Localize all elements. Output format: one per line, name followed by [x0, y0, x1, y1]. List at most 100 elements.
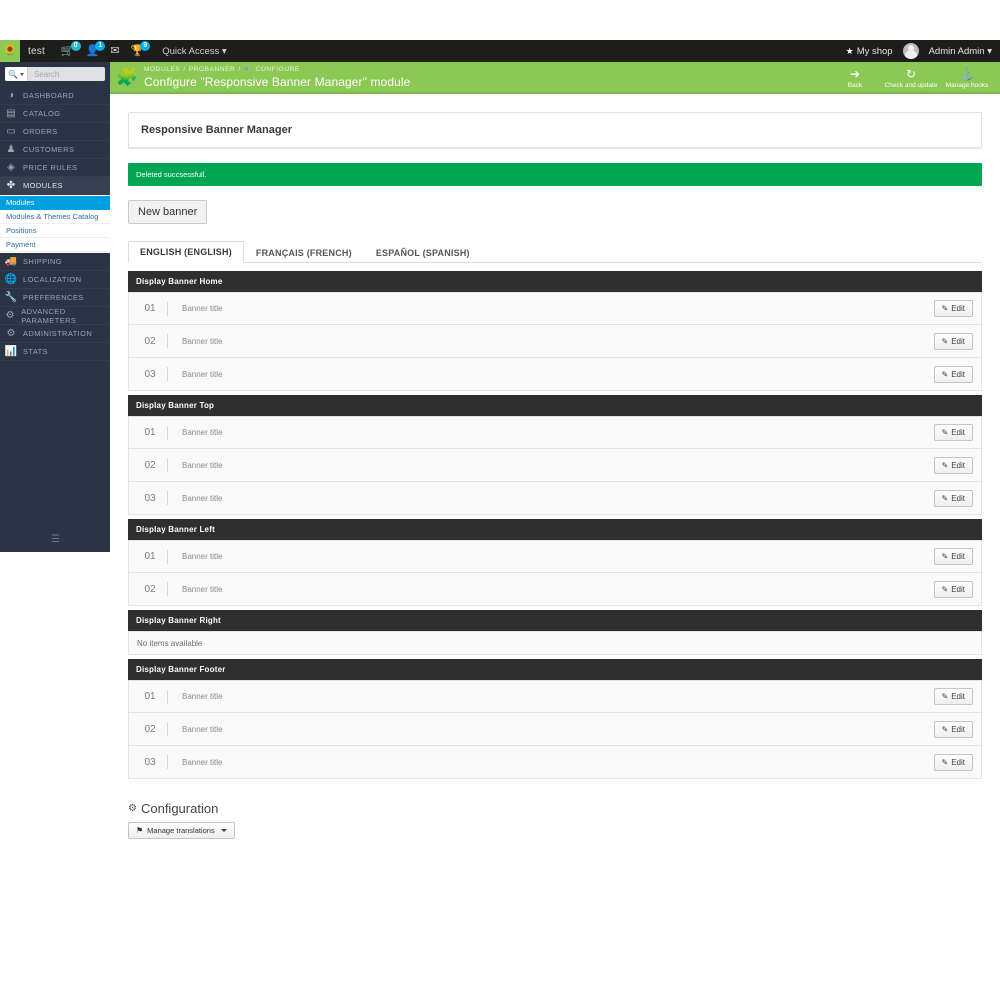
breadcrumb-item-probanner[interactable]: PROBANNER: [189, 66, 236, 73]
sidebar-search: 🔍 Search: [0, 62, 110, 87]
back-button[interactable]: ➔ Back: [828, 66, 882, 89]
table-row[interactable]: 01 Banner title ✎ Edit: [128, 680, 982, 713]
row-title: Banner title: [182, 304, 223, 313]
cart-icon[interactable]: 🛒 0: [61, 40, 81, 57]
search-scope-dropdown[interactable]: 🔍: [5, 67, 28, 81]
sidebar-item-dashboard[interactable]: ◑ DASHBOARD: [0, 87, 110, 105]
banner-section-footer: Display Banner Footer 01 Banner title ✎ …: [128, 659, 982, 779]
edit-button[interactable]: ✎ Edit: [933, 548, 973, 565]
edit-button[interactable]: ✎ Edit: [933, 424, 973, 441]
quick-access-menu[interactable]: Quick Access ▾: [162, 46, 226, 57]
chevron-down-icon: [19, 72, 24, 76]
sidebar-subitem-modules[interactable]: Modules: [0, 196, 110, 210]
customers-icon[interactable]: 👤 1: [86, 40, 106, 57]
sidebar-item-administration[interactable]: ⚙ ADMINISTRATION: [0, 325, 110, 343]
table-row[interactable]: 01 Banner title ✎ Edit: [128, 292, 982, 325]
table-row[interactable]: 01 Banner title ✎ Edit: [128, 416, 982, 449]
sidebar-item-stats[interactable]: 📊 STATS: [0, 343, 110, 361]
table-row[interactable]: 01 Banner title ✎ Edit: [128, 540, 982, 573]
table-row[interactable]: 02 Banner title ✎ Edit: [128, 573, 982, 606]
table-row[interactable]: 03 Banner title ✎ Edit: [128, 746, 982, 779]
table-row[interactable]: 02 Banner title ✎ Edit: [128, 325, 982, 358]
sidebar-item-modules[interactable]: ✤ MODULES: [0, 177, 110, 195]
row-divider: [167, 301, 168, 316]
tab-espanol[interactable]: ESPAÑOL (SPANISH): [364, 242, 482, 263]
page-header: 🧩 MODULES / PROBANNER / 🔧 CONFIGURE Conf…: [110, 62, 1000, 94]
row-divider: [167, 582, 168, 596]
edit-button[interactable]: ✎ Edit: [933, 489, 973, 507]
sidebar-item-orders[interactable]: ▭ ORDERS: [0, 123, 110, 141]
truck-icon: 🚚: [4, 256, 18, 267]
edit-button-label: Edit: [951, 724, 965, 734]
banner-section-top: Display Banner Top 01 Banner title ✎ Edi…: [128, 395, 982, 515]
row-title: Banner title: [182, 493, 223, 503]
check-and-update-button[interactable]: ↻ Check and update: [884, 66, 938, 89]
search-input[interactable]: 🔍 Search: [5, 67, 105, 81]
row-number: 01: [144, 691, 156, 702]
edit-button[interactable]: ✎ Edit: [933, 720, 973, 738]
prestashop-logo-icon[interactable]: 🌻: [0, 40, 20, 62]
gear-icon: ⚙: [6, 328, 16, 339]
sidebar-item-price-rules[interactable]: ◈ PRICE RULES: [0, 159, 110, 177]
pencil-square-icon: ✎: [941, 369, 949, 379]
manage-translations-label: Manage translations: [147, 826, 215, 835]
top-navigation-bar: 🌻 test 🛒 0 👤 1 ✉ 🏆 9 Quick Access ▾ ★ My…: [0, 40, 1000, 62]
breadcrumb-item-modules[interactable]: MODULES: [144, 66, 180, 73]
table-row[interactable]: 02 Banner title ✎ Edit: [128, 449, 982, 482]
edit-button[interactable]: ✎ Edit: [933, 332, 973, 350]
sidebar-subitem-modules-themes-catalog[interactable]: Modules & Themes Catalog: [0, 210, 110, 224]
sidebar-collapse-button[interactable]: ☰: [0, 526, 110, 552]
edit-button[interactable]: ✎ Edit: [933, 580, 973, 598]
edit-button[interactable]: ✎ Edit: [933, 300, 973, 317]
section-header: Display Banner Footer: [128, 659, 982, 680]
shop-name-label[interactable]: test: [28, 46, 45, 57]
my-shop-label: My shop: [856, 45, 893, 57]
breadcrumb-separator: /: [183, 66, 186, 73]
sidebar-item-catalog[interactable]: ▤ CATALOG: [0, 105, 110, 123]
anchor-icon: ⚓: [959, 66, 975, 81]
sidebar-item-advanced-parameters[interactable]: ⚙ ADVANCED PARAMETERS: [0, 307, 110, 325]
breadcrumb: MODULES / PROBANNER / 🔧 CONFIGURE: [144, 66, 410, 74]
pencil-square-icon: ✎: [941, 493, 949, 503]
pencil-square-icon: ✎: [941, 336, 949, 346]
my-shop-link[interactable]: ★ My shop: [846, 46, 893, 57]
sidebar-item-preferences[interactable]: 🔧 PREFERENCES: [0, 289, 110, 307]
sidebar-subitem-payment[interactable]: Payment: [0, 238, 110, 252]
table-row[interactable]: 02 Banner title ✎ Edit: [128, 713, 982, 746]
trophy-icon[interactable]: 🏆 9: [131, 40, 151, 57]
search-placeholder: Search: [33, 69, 60, 79]
edit-button[interactable]: ✎ Edit: [933, 456, 973, 474]
sidebar: 🔍 Search ◑ DASHBOARD ▤ CATALOG ▭ ORDERS …: [0, 62, 110, 552]
back-arrow-icon: ➔: [849, 66, 861, 81]
manage-hooks-button[interactable]: ⚓ Manage hooks: [940, 66, 994, 89]
sidebar-item-customers[interactable]: ♟ CUSTOMERS: [0, 141, 110, 159]
success-alert: Deleted succsessfull.: [128, 163, 982, 186]
edit-button[interactable]: ✎ Edit: [933, 753, 973, 771]
section-body: No items available: [128, 631, 982, 655]
table-row[interactable]: 03 Banner title ✎ Edit: [128, 482, 982, 515]
banner-section-home: Display Banner Home 01 Banner title ✎ Ed…: [128, 271, 982, 391]
chevron-down-icon: [220, 829, 227, 832]
sidebar-item-localization[interactable]: 🌐 LOCALIZATION: [0, 271, 110, 289]
tab-english[interactable]: ENGLISH (ENGLISH): [128, 241, 244, 263]
edit-button-label: Edit: [951, 493, 965, 503]
module-panel: Responsive Banner Manager: [128, 112, 982, 149]
breadcrumb-item-configure: CONFIGURE: [255, 66, 300, 73]
row-divider: [167, 334, 168, 348]
sidebar-subitem-positions[interactable]: Positions: [0, 224, 110, 238]
messages-icon[interactable]: ✉: [110, 45, 119, 57]
section-header: Display Banner Right: [128, 610, 982, 631]
new-banner-button[interactable]: New banner: [128, 200, 208, 224]
sidebar-item-shipping[interactable]: 🚚 SHIPPING: [0, 253, 110, 271]
table-row[interactable]: 03 Banner title ✎ Edit: [128, 358, 982, 391]
row-title: Banner title: [182, 428, 223, 437]
admin-menu[interactable]: Admin Admin ▾: [929, 46, 992, 57]
banner-sections: Display Banner Home 01 Banner title ✎ Ed…: [128, 271, 982, 779]
avatar[interactable]: [902, 43, 919, 59]
manage-translations-dropdown[interactable]: ⚑ Manage translations: [128, 822, 235, 839]
tab-francais[interactable]: FRANÇAIS (FRENCH): [244, 242, 364, 263]
row-number: 01: [144, 551, 156, 562]
breadcrumb-separator: /: [238, 66, 241, 73]
edit-button[interactable]: ✎ Edit: [933, 365, 973, 383]
edit-button[interactable]: ✎ Edit: [933, 688, 973, 705]
